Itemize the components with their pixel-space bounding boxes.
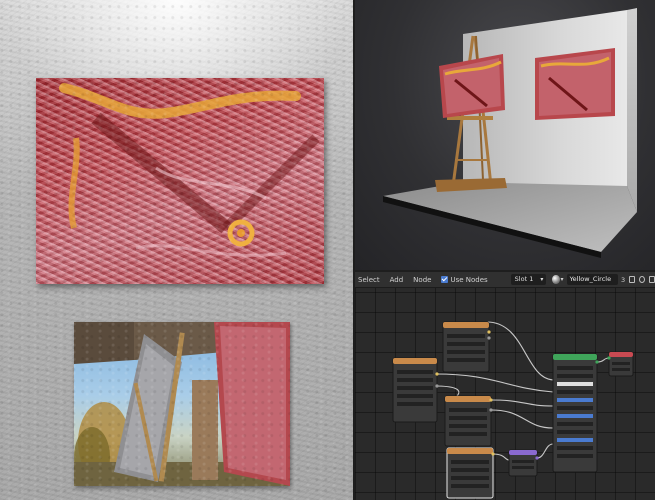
material-sphere-icon[interactable]	[552, 275, 560, 284]
vector-node[interactable]	[508, 449, 539, 477]
duplicate-icon[interactable]	[629, 276, 636, 283]
material-output-node[interactable]	[607, 351, 634, 377]
material-name-field[interactable]: Yellow_Circle	[566, 274, 618, 285]
node-editor-header: Select Add Node Use Nodes Slot 1 ▾ ▾ Yel…	[355, 272, 655, 288]
pin-icon[interactable]	[649, 276, 655, 283]
principled-bsdf-node[interactable]	[552, 353, 599, 473]
chevron-down-icon: ▾	[540, 276, 544, 283]
painting-strokes	[59, 83, 320, 257]
delete-icon[interactable]	[639, 276, 646, 283]
shader-node-editor[interactable]: Select Add Node Use Nodes Slot 1 ▾ ▾ Yel…	[355, 272, 655, 500]
menu-select[interactable]: Select	[355, 272, 385, 288]
slot-dropdown[interactable]: Slot 1 ▾	[510, 274, 547, 285]
slot-value: Slot 1	[514, 275, 534, 283]
wall-painting	[36, 78, 324, 284]
photo-scene	[74, 322, 290, 486]
concrete-wall-render	[0, 0, 353, 500]
image-texture-node-4[interactable]	[446, 447, 495, 499]
menu-node[interactable]: Node	[408, 272, 436, 288]
use-nodes-label: Use Nodes	[450, 275, 488, 284]
image-texture-node-1[interactable]	[442, 321, 491, 373]
use-nodes-toggle[interactable]: Use Nodes	[436, 272, 492, 288]
image-texture-node-2[interactable]	[392, 357, 439, 423]
scene-geometry	[383, 8, 637, 258]
image-texture-node-3[interactable]	[444, 395, 493, 447]
material-user-count[interactable]: 3	[621, 276, 625, 284]
chevron-down-icon[interactable]: ▾	[561, 276, 564, 283]
checkbox-icon[interactable]	[441, 275, 449, 283]
outdoor-photo	[74, 322, 290, 486]
node-graph[interactable]	[355, 288, 655, 500]
menu-add[interactable]: Add	[385, 272, 409, 288]
3d-viewport-render	[355, 0, 655, 270]
